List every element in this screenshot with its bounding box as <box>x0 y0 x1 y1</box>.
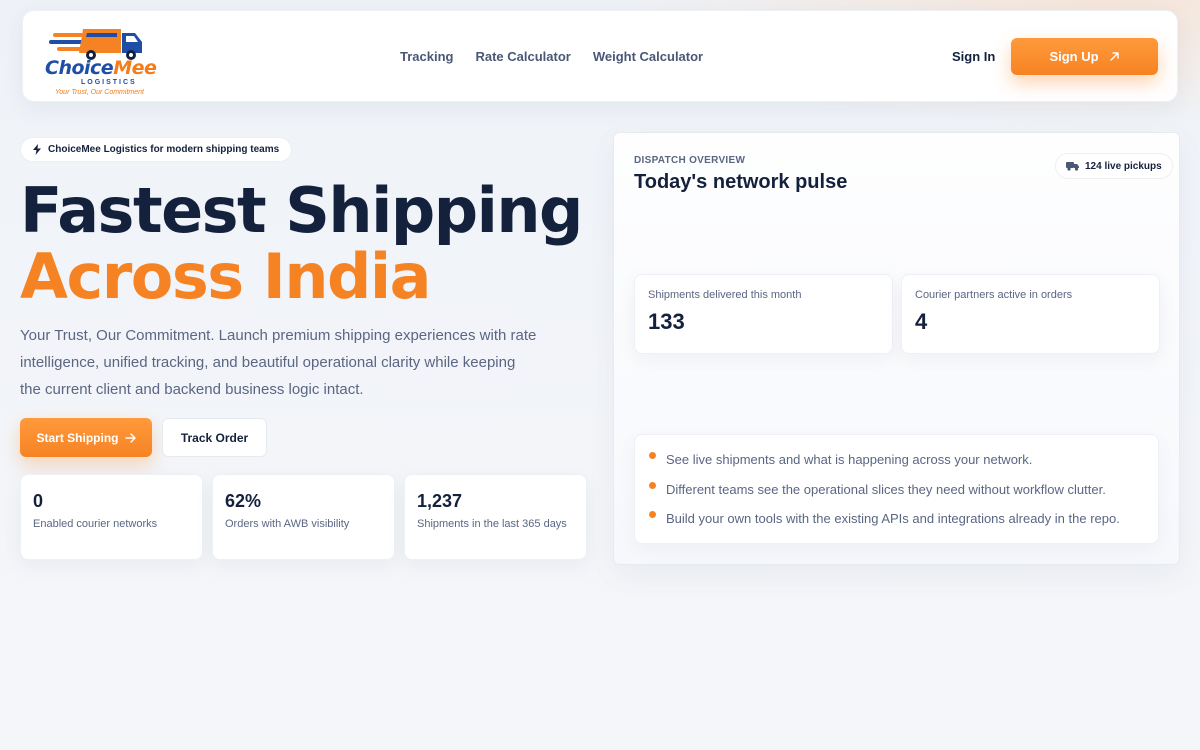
stat-value: 62% <box>225 491 262 511</box>
metric-shipments-delivered: Shipments delivered this month 133 <box>634 274 893 354</box>
hero-title: Fastest Shipping Across India <box>20 174 583 313</box>
logo-wordmark: ChoiceMee <box>45 57 157 79</box>
sign-in-link[interactable]: Sign In <box>952 49 995 64</box>
main-nav: Tracking Rate Calculator Weight Calculat… <box>400 49 703 64</box>
live-pickups-text: 124 live pickups <box>1085 160 1162 172</box>
nav-rate-calculator[interactable]: Rate Calculator <box>475 49 570 64</box>
metric-value: 133 <box>648 309 685 334</box>
panel-eyebrow: DISPATCH OVERVIEW <box>634 155 746 166</box>
brand-logo[interactable]: ChoiceMee LOGISTICS Your Trust, Our Comm… <box>45 23 157 96</box>
track-order-label: Track Order <box>180 430 249 445</box>
metric-label: Shipments delivered this month <box>648 289 802 301</box>
metric-value: 4 <box>915 309 928 334</box>
logo-word-choice: Choice <box>45 57 114 79</box>
bullet-dot-icon <box>649 452 656 459</box>
panel-title: Today's network pulse <box>634 171 848 193</box>
hero-title-line1: Fastest Shipping <box>20 174 583 247</box>
bullet-dot-icon <box>649 481 656 489</box>
bullet-dot-icon <box>649 511 656 518</box>
list-item: Build your own tools with the existing A… <box>649 507 1144 537</box>
hero-badge: ChoiceMee Logistics for modern shipping … <box>20 137 293 162</box>
metric-courier-partners: Courier partners active in orders 4 <box>901 274 1160 354</box>
site-header: ChoiceMee LOGISTICS Your Trust, Our Comm… <box>22 10 1178 102</box>
list-item-text: See live shipments and what is happening… <box>666 452 1033 467</box>
sign-up-button[interactable]: Sign Up <box>1011 38 1158 75</box>
stat-card-shipments-365: 1,237 Shipments in the last 365 days <box>404 474 587 560</box>
stat-label: Orders with AWB visibility <box>225 518 350 530</box>
stat-value: 1,237 <box>417 491 463 511</box>
feature-list: See live shipments and what is happening… <box>634 434 1159 544</box>
track-order-button[interactable]: Track Order <box>162 418 267 457</box>
list-item-text: Build your own tools with the existing A… <box>666 511 1120 526</box>
hero-description: Your Trust, Our Commitment. Launch premi… <box>20 327 537 398</box>
logo-word-mee: Mee <box>113 57 157 79</box>
stat-value: 0 <box>33 491 44 511</box>
sign-up-label: Sign Up <box>1049 49 1099 64</box>
truck-icon <box>1066 162 1079 171</box>
nav-tracking[interactable]: Tracking <box>400 49 453 64</box>
list-item-text: Different teams see the operational slic… <box>666 481 1106 497</box>
arrow-up-right-icon <box>1109 52 1119 61</box>
metric-label: Courier partners active in orders <box>915 289 1073 301</box>
start-shipping-label: Start Shipping <box>36 430 119 445</box>
list-item: See live shipments and what is happening… <box>649 448 1144 478</box>
stat-label: Shipments in the last 365 days <box>417 518 567 530</box>
dispatch-overview-panel: DISPATCH OVERVIEW Today's network pulse … <box>613 132 1180 565</box>
stat-card-courier-networks: 0 Enabled courier networks <box>20 474 203 560</box>
arrow-right-icon <box>124 432 136 443</box>
hero-title-line2: Across India <box>20 240 431 313</box>
logo-tagline: Your Trust, Our Commitment <box>55 89 144 96</box>
stat-label: Enabled courier networks <box>33 518 158 530</box>
nav-weight-calculator[interactable]: Weight Calculator <box>593 49 703 64</box>
start-shipping-button[interactable]: Start Shipping <box>20 418 152 457</box>
list-item: Different teams see the operational slic… <box>649 478 1144 508</box>
stat-card-awb-visibility: 62% Orders with AWB visibility <box>212 474 395 560</box>
live-pickups-badge: 124 live pickups <box>1055 153 1173 179</box>
hero-badge-text: ChoiceMee Logistics for modern shipping … <box>48 144 280 155</box>
logo-subtitle: LOGISTICS <box>81 79 137 86</box>
lightning-icon <box>33 144 41 155</box>
